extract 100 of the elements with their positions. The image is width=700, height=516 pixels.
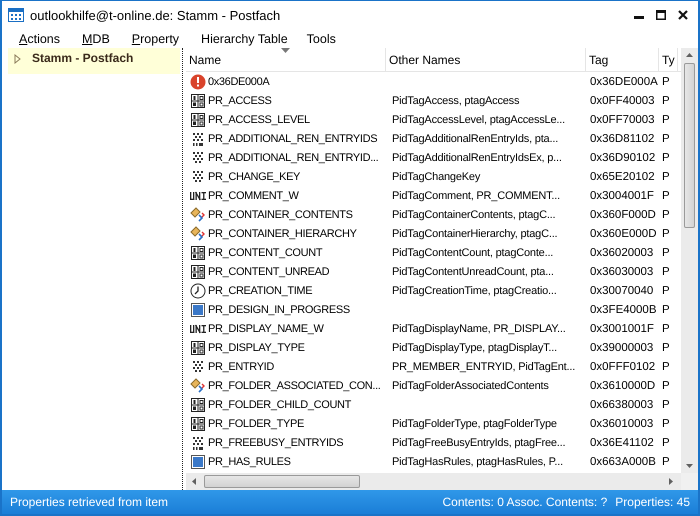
property-name: PR_ACCESS_LEVEL [208,114,310,126]
property-type: P [662,170,670,182]
binary-icon [190,150,206,166]
property-type: P [662,190,670,202]
property-tag: 0x65E20102 [590,170,655,182]
property-type: P [662,208,670,220]
menu-item[interactable]: Actions [19,32,60,46]
numeric-icon [190,416,206,432]
object-icon [190,226,206,242]
other-names: PidTagContentUnreadCount, pta... [392,266,554,278]
property-tag: 0x36020003 [590,246,654,258]
property-type: P [662,76,670,88]
property-tag: 0x0FF40003 [590,94,655,106]
window-title: outlookhilfe@t-online.de: Stamm - Postfach [30,8,280,22]
vertical-scrollbar[interactable] [681,48,698,473]
numeric-icon [190,244,206,260]
property-name: PR_HAS_RULES [208,456,291,468]
menu-item[interactable]: Tools [306,32,336,46]
app-icon [8,7,24,23]
close-icon[interactable] [678,10,688,20]
property-type: P [662,152,670,164]
binary-list-icon [190,130,206,146]
scroll-down-icon[interactable] [686,464,693,468]
property-tag: 0x360F000D [590,208,656,220]
property-name: PR_DESIGN_IN_PROGRESS [208,304,350,316]
other-names: PidTagCreationTime, ptagCreatio... [392,284,557,296]
property-name: PR_CONTENT_UNREAD [208,266,330,278]
object-icon [190,378,206,394]
numeric-icon [190,264,206,280]
property-tag: 0x36D81102 [590,132,654,144]
property-type: P [662,246,670,258]
menu-item[interactable]: MDB [82,32,110,46]
property-name: PR_FOLDER_ASSOCIATED_CON... [208,380,381,392]
property-type: P [662,418,670,430]
other-names: PidTagFolderAssociatedContents [392,380,549,392]
property-tag: 0x36D90102 [590,152,656,164]
property-type: P [662,456,670,468]
menu-item[interactable]: Property [132,32,180,46]
other-names: PR_MEMBER_ENTRYID, PidTagEnt... [392,360,576,372]
tree-item[interactable]: Stamm - Postfach [8,48,180,74]
property-name: PR_CONTAINER_CONTENTS [208,208,353,220]
scroll-thumb[interactable] [684,63,695,228]
property-type: P [662,360,670,372]
property-type: P [662,322,670,334]
property-name: PR_CHANGE_KEY [208,170,300,182]
clock-icon [190,282,206,298]
other-names: PidTagChangeKey [392,170,480,182]
numeric-icon [190,340,206,356]
property-type: P [662,304,670,316]
scrollbar-corner [681,473,698,490]
property-type: P [662,94,670,106]
property-type: P [662,342,670,354]
expand-arrow-icon[interactable] [14,54,22,64]
other-names: PidTagAccess, ptagAccess [392,94,520,106]
other-names: PidTagContainerHierarchy, ptagC... [392,228,558,240]
property-name: PR_ADDITIONAL_REN_ENTRYID... [208,152,378,164]
column-header[interactable]: Ty [659,48,678,71]
property-tag: 0x30070040 [590,284,654,296]
property-name: PR_FOLDER_TYPE [208,418,304,430]
scroll-left-icon[interactable] [192,478,196,485]
object-icon [190,206,206,222]
property-tag: 0x3004001F [590,190,654,202]
numeric-icon [190,396,206,412]
other-names: PidTagContainerContents, ptagC... [392,208,556,220]
property-tag: 0x36030003 [590,266,654,278]
property-tag: 0x663A000B [590,456,656,468]
property-tag: 0x3610000D [590,380,656,392]
binary-icon [190,358,206,374]
property-tag: 0x36E41102 [590,436,654,448]
sort-arrow-icon [281,48,290,53]
property-name: PR_FREEBUSY_ENTRYIDS [208,436,344,448]
column-header[interactable]: Tag [586,48,659,71]
horizontal-scrollbar[interactable] [186,473,698,490]
scroll-thumb[interactable] [204,475,360,488]
other-names: PidTagContentCount, ptagConte... [392,246,554,258]
property-type: P [662,228,670,240]
property-type: P [662,114,670,126]
scroll-up-icon[interactable] [686,53,693,57]
scroll-right-icon[interactable] [669,478,673,485]
property-name: PR_DISPLAY_TYPE [208,342,305,354]
property-tag: 0x36010003 [590,418,654,430]
other-names: PidTagComment, PR_COMMENT... [392,190,560,202]
checkbox-icon [190,302,206,318]
property-tag: 0x39000003 [590,342,654,354]
binary-icon [190,168,206,184]
status-message: Properties retrieved from item [10,495,168,509]
property-type: P [662,266,670,278]
property-tag: 0x66380003 [590,398,654,410]
property-tag: 0x3001001F [590,322,654,334]
column-header[interactable]: Other Names [386,48,586,71]
property-tag: 0x0FF70003 [590,114,655,126]
property-name: PR_CONTENT_COUNT [208,246,322,258]
property-type: P [662,398,670,410]
property-name: PR_ENTRYID [208,360,274,372]
property-tag: 0x0FFF0102 [590,360,656,372]
menu-item[interactable]: Hierarchy Table [201,32,288,46]
maximize-icon[interactable] [656,10,666,20]
property-type: P [662,380,670,392]
contents-count: Contents: 0 Assoc. Contents: ? [442,495,608,509]
property-name: PR_ACCESS [208,94,272,106]
